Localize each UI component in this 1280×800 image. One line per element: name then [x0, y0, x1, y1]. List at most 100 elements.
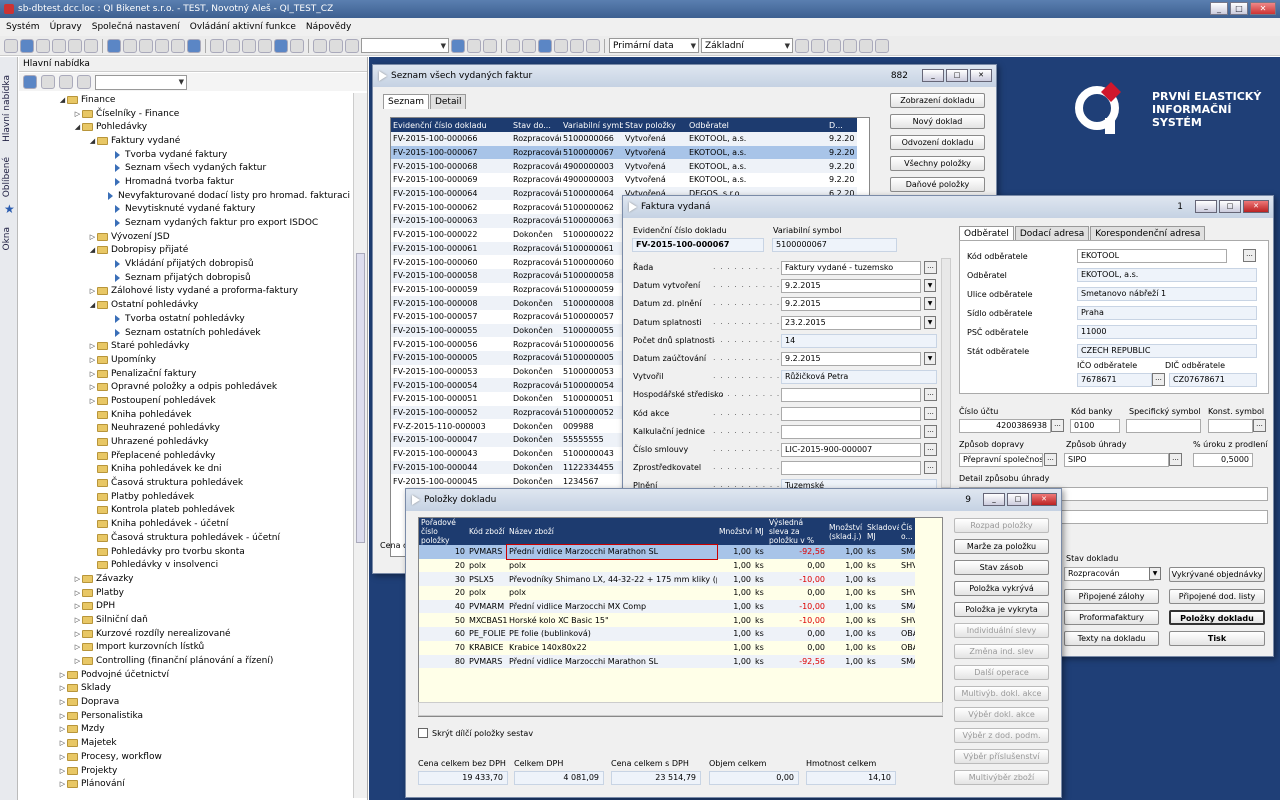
chevron-down-icon[interactable]: ▼ [924, 352, 936, 365]
menu-tree-item[interactable]: Pohledávky pro tvorbu skonta [20, 545, 350, 559]
expand-arrow-icon[interactable]: ▷ [73, 630, 82, 638]
field-input[interactable]: LIC-2015-900-000007 [781, 443, 921, 457]
invoice-action-button[interactable]: Vykrývané objednávky [1169, 567, 1265, 582]
column-header[interactable]: Variabilní symbol [561, 118, 623, 132]
list-action-button[interactable]: Zobrazení dokladu [890, 93, 985, 108]
menu-tree-item[interactable]: ▷ Opravné položky a odpis pohledávek [20, 380, 350, 394]
toolbar-empty-combo[interactable] [361, 38, 449, 53]
menu-tree-item[interactable]: Kniha pohledávek [20, 408, 350, 422]
field-input[interactable] [781, 424, 921, 439]
basic-view-combo[interactable]: Základní [701, 38, 793, 53]
menu-tree-item[interactable]: ◢ Dobropisy přijaté [20, 244, 350, 258]
menu-tree-item[interactable]: Přeplacené pohledávky [20, 449, 350, 463]
item-action-button[interactable]: Rozpad položky [954, 518, 1049, 533]
field-input[interactable] [781, 388, 921, 403]
chevron-down-icon[interactable]: ▼ [1149, 567, 1161, 580]
item-action-button[interactable]: Výběr z dod. podm. [954, 728, 1049, 743]
collapse-arrow-icon[interactable]: ◢ [88, 137, 97, 145]
list-action-button[interactable]: Nový doklad [890, 114, 985, 129]
menu-tree-item[interactable]: ▷ Zálohové listy vydané a proforma-faktur… [20, 285, 350, 299]
close-button[interactable]: ✕ [1250, 2, 1276, 15]
expand-arrow-icon[interactable]: ▷ [73, 602, 82, 610]
menu-tree-item[interactable]: ▷ Staré pohledávky [20, 339, 350, 353]
item-action-button[interactable]: Stav zásob [954, 560, 1049, 575]
banka-field[interactable]: 0100 [1070, 419, 1120, 433]
toolbar-icon[interactable] [522, 38, 536, 53]
toolbar-icon[interactable] [538, 38, 552, 53]
toolbar-icon[interactable] [155, 38, 169, 53]
item-action-button[interactable]: Výběr dokl. akce [954, 707, 1049, 722]
toolbar-icon[interactable] [843, 38, 857, 53]
expand-arrow-icon[interactable]: ▷ [58, 780, 67, 788]
hide-subitems-checkbox[interactable] [418, 728, 428, 738]
expand-arrow-icon[interactable]: ▷ [58, 725, 67, 733]
item-action-button[interactable]: Změna ind. slev [954, 644, 1049, 659]
field-input[interactable] [781, 461, 921, 476]
close-button[interactable]: ✕ [1243, 200, 1269, 213]
toolbar-icon[interactable] [20, 38, 34, 53]
menu-tree-item[interactable]: Kniha pohledávek - účetní [20, 517, 350, 531]
toolbar-icon[interactable] [210, 38, 224, 53]
field-input[interactable]: 9.2.2015 [781, 297, 921, 312]
expand-arrow-icon[interactable]: ▷ [58, 712, 67, 720]
column-header[interactable]: D... [827, 118, 857, 132]
column-header[interactable]: Množství [717, 518, 753, 545]
invoice-action-button[interactable]: Texty na dokladu [1064, 631, 1159, 646]
invoice-action-button[interactable]: Připojené zálohy [1064, 589, 1159, 604]
menu-tree-item[interactable]: ▷ Procesy, workflow [20, 750, 350, 764]
lookup-icon[interactable]: ... [1253, 419, 1266, 432]
doprava-field[interactable]: Přepravní společnost [959, 453, 1043, 467]
menu-tree-item[interactable]: Časová struktura pohledávek [20, 476, 350, 490]
field-input[interactable]: 9.2.2015 [781, 352, 921, 366]
maximize-button[interactable]: □ [946, 69, 968, 82]
expand-arrow-icon[interactable]: ▷ [58, 753, 67, 761]
menu-tree-item[interactable]: ▷ Controlling (finanční plánování a řízen… [20, 654, 350, 668]
chevron-down-icon[interactable]: ▼ [924, 279, 936, 293]
menu-tree-item[interactable]: Nevyfakturované dodací listy pro hromad.… [20, 189, 350, 203]
menu-scrollbar[interactable] [353, 93, 367, 798]
menu-tree-item[interactable]: ▷ Platby [20, 586, 350, 600]
expand-arrow-icon[interactable]: ▷ [88, 383, 97, 391]
refresh-icon[interactable] [23, 75, 37, 89]
toolbar-icon[interactable] [84, 38, 98, 53]
item-action-button[interactable]: Individuální slevy [954, 623, 1049, 638]
menu-tree-item[interactable]: ▷ Postoupení pohledávek [20, 394, 350, 408]
table-row[interactable]: FV-2015-100-000066 Rozpracován 5100000066 V… [391, 132, 857, 146]
expand-arrow-icon[interactable]: ▷ [73, 616, 82, 624]
spec-symbol-field[interactable] [1126, 419, 1201, 433]
lookup-icon[interactable]: ... [1169, 453, 1182, 466]
lookup-icon[interactable]: ... [1044, 453, 1057, 466]
menu-item[interactable]: Úpravy [50, 22, 82, 32]
toolbar-icon[interactable] [4, 38, 18, 53]
uhrada-field[interactable]: SIPO [1064, 453, 1169, 467]
menu-tree-item[interactable]: ▷ Vývození JSD [20, 230, 350, 244]
table-row[interactable]: 70 KRABICE Krabice 140x80x22 1,00 ks 0,00 1,00… [419, 641, 915, 655]
menu-tree-item[interactable]: ◢ Pohledávky [20, 120, 350, 134]
collapse-arrow-icon[interactable]: ◢ [73, 123, 82, 131]
menu-item[interactable]: Systém [6, 22, 40, 32]
toolbar-icon[interactable] [187, 38, 201, 53]
column-header[interactable]: Název zboží [507, 518, 717, 545]
menu-tree-item[interactable]: Kniha pohledávek ke dni [20, 463, 350, 477]
menu-tree-item[interactable]: ◢ Finance [20, 93, 350, 107]
expand-arrow-icon[interactable]: ▷ [88, 370, 97, 378]
menu-tree-item[interactable]: Pohledávky v insolvenci [20, 558, 350, 572]
toolbar-icon[interactable] [451, 38, 465, 53]
expand-arrow-icon[interactable]: ▷ [73, 657, 82, 665]
menu-tree-item[interactable]: Kontrola plateb pohledávek [20, 504, 350, 518]
menu-tree-item[interactable]: Seznam ostatních pohledávek [20, 326, 350, 340]
toolbar-icon[interactable] [586, 38, 600, 53]
table-row[interactable]: 30 PSLX5 Převodníky Shimano LX, 44-32-22 +… [419, 572, 915, 587]
expand-arrow-icon[interactable]: ▷ [58, 684, 67, 692]
table-row[interactable]: FV-2015-100-000068 Rozpracován 4900000003 V… [391, 159, 857, 174]
toolbar-icon[interactable] [313, 38, 327, 53]
column-header[interactable]: Odběratel [687, 118, 827, 132]
menu-tree-item[interactable]: ▷ Silniční daň [20, 613, 350, 627]
toolbar-icon[interactable] [68, 38, 82, 53]
expand-arrow-icon[interactable]: ▷ [88, 233, 97, 241]
menu-tree-item[interactable]: ▷ Plánování [20, 777, 350, 791]
toolbar-icon[interactable] [139, 38, 153, 53]
chevron-down-icon[interactable]: ▼ [924, 315, 936, 329]
menu-tree-item[interactable]: Vkládání přijatých dobropisů [20, 257, 350, 271]
urok-field[interactable]: 0,5000 [1193, 453, 1253, 467]
